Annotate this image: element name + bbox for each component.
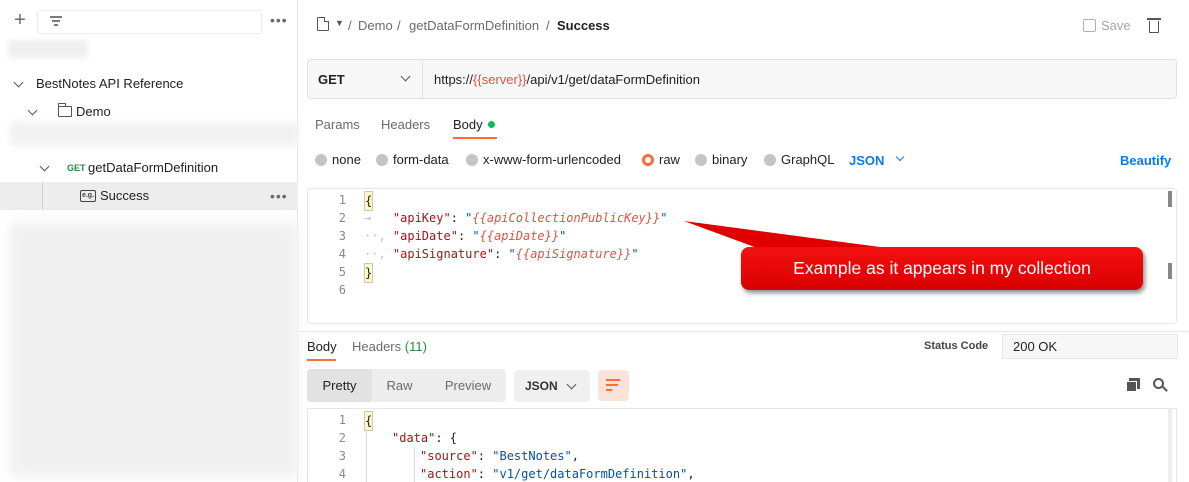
- view-mode-group: Pretty Raw Preview: [307, 369, 506, 402]
- active-tab-indicator: [307, 359, 336, 361]
- search-icon[interactable]: [1153, 378, 1168, 393]
- method-label: GET: [318, 72, 345, 87]
- more-icon[interactable]: •••: [270, 12, 288, 28]
- tab-params[interactable]: Params: [315, 117, 360, 132]
- chevron-down-icon[interactable]: [28, 107, 38, 117]
- status-code-field[interactable]: 200 OK: [1002, 334, 1178, 359]
- wrap-icon[interactable]: [598, 370, 629, 401]
- radio-form-data[interactable]: form-data: [376, 153, 449, 167]
- chevron-down-icon[interactable]: [40, 163, 50, 173]
- tab-body[interactable]: Body: [453, 117, 495, 132]
- tab-response-headers[interactable]: Headers (11): [352, 339, 427, 354]
- active-tab-indicator: [453, 137, 497, 139]
- filter-input[interactable]: [37, 10, 262, 34]
- format-select[interactable]: JSON: [849, 153, 884, 168]
- indent-guide: [414, 447, 415, 482]
- chevron-down-icon: [568, 381, 576, 389]
- plus-icon[interactable]: +: [10, 10, 30, 31]
- indent-guide: [366, 429, 367, 482]
- status-code-label: Status Code: [924, 340, 989, 352]
- tab-response-body[interactable]: Body: [307, 339, 337, 354]
- request-url-bar: GET https://{{server}}/api/v1/get/dataFo…: [307, 59, 1177, 99]
- breadcrumb-separator: /: [348, 18, 352, 33]
- breadcrumb-current[interactable]: Success: [557, 18, 610, 33]
- breadcrumb-folder[interactable]: Demo: [358, 18, 393, 33]
- page-icon[interactable]: [317, 17, 329, 31]
- chevron-down-icon: [402, 73, 410, 81]
- chevron-down-icon[interactable]: [14, 79, 24, 89]
- trash-icon[interactable]: [1147, 18, 1161, 33]
- url-input[interactable]: https://{{server}}/api/v1/get/dataFormDe…: [434, 72, 700, 87]
- radio-raw[interactable]: raw: [642, 153, 680, 167]
- scrollbar[interactable]: [1168, 191, 1172, 207]
- example-icon: e.g.: [80, 190, 96, 202]
- method-select[interactable]: GET: [308, 60, 423, 98]
- redacted-block: [8, 40, 88, 58]
- request-name: getDataFormDefinition: [88, 160, 219, 175]
- breadcrumb-separator: /: [546, 18, 550, 33]
- more-icon[interactable]: •••: [270, 182, 288, 210]
- status-dot: [487, 121, 495, 128]
- collection-name: BestNotes API Reference: [36, 76, 184, 91]
- divider: [299, 331, 1189, 332]
- view-raw-button[interactable]: Raw: [372, 369, 427, 402]
- sidebar: + ••• BestNotes API Reference Demo GET g…: [0, 0, 298, 482]
- radio-graphql[interactable]: GraphQL: [764, 153, 834, 167]
- beautify-link[interactable]: Beautify: [1120, 153, 1171, 168]
- method-tag: GET: [67, 163, 86, 173]
- chevron-down-icon[interactable]: [897, 154, 905, 162]
- tab-headers[interactable]: Headers: [381, 117, 430, 132]
- folder-icon: [58, 103, 72, 117]
- breadcrumb: ▼ / Demo / getDataFormDefinition / Succe…: [299, 0, 1189, 50]
- response-body-viewer[interactable]: 1{ 2 "data": { 3 "source": "BestNotes", 4 "…: [307, 408, 1177, 482]
- filter-icon: [50, 16, 62, 28]
- save-button[interactable]: Save: [1101, 18, 1131, 33]
- redacted-block: [10, 122, 298, 146]
- save-icon: [1083, 19, 1096, 32]
- scrollbar-track[interactable]: [1168, 409, 1172, 482]
- breadcrumb-request[interactable]: getDataFormDefinition: [409, 18, 539, 33]
- redacted-block: [10, 222, 298, 477]
- main-panel: ▼ / Demo / getDataFormDefinition / Succe…: [299, 0, 1189, 482]
- response-format-select[interactable]: JSON: [514, 370, 590, 402]
- sidebar-toolbar: + •••: [0, 0, 298, 44]
- radio-binary[interactable]: binary: [695, 153, 747, 167]
- example-row[interactable]: e.g. Success •••: [0, 182, 298, 210]
- radio-none[interactable]: none: [315, 153, 361, 167]
- breadcrumb-separator: /: [397, 18, 401, 33]
- scrollbar[interactable]: [1168, 263, 1172, 279]
- format-label: JSON: [525, 379, 558, 393]
- collection-row[interactable]: BestNotes API Reference: [0, 70, 298, 98]
- view-preview-button[interactable]: Preview: [433, 369, 503, 402]
- indent-guide: [42, 182, 43, 210]
- request-row[interactable]: GET getDataFormDefinition: [0, 154, 298, 182]
- caret-down-icon[interactable]: ▼: [335, 18, 344, 28]
- radio-urlencoded[interactable]: x-www-form-urlencoded: [466, 153, 621, 167]
- example-name: Success: [100, 188, 150, 203]
- view-pretty-button[interactable]: Pretty: [307, 369, 372, 402]
- annotation-callout: Example as it appears in my collection: [741, 247, 1143, 290]
- copy-icon[interactable]: [1126, 378, 1140, 392]
